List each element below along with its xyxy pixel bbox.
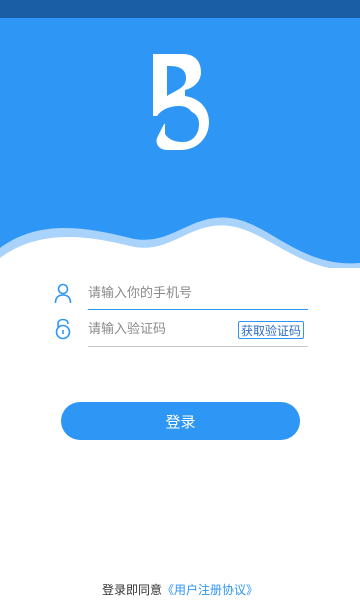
header-banner [0, 18, 360, 268]
code-underline [88, 346, 308, 347]
phone-input[interactable] [88, 278, 306, 308]
agreement-text: 登录即同意《用户注册协议》 [0, 581, 360, 598]
lock-icon [55, 318, 71, 340]
login-button[interactable]: 登录 [61, 402, 300, 440]
user-icon [54, 283, 72, 304]
status-bar [0, 0, 360, 18]
agreement-prefix: 登录即同意 [101, 583, 162, 597]
code-input[interactable] [88, 314, 228, 344]
phone-underline [88, 309, 308, 310]
code-field-row: 获取验证码 [50, 314, 308, 347]
phone-field-row [50, 278, 308, 310]
get-code-button[interactable]: 获取验证码 [237, 321, 304, 339]
agreement-link[interactable]: 《用户注册协议》 [162, 583, 258, 597]
header-wave [0, 217, 360, 268]
app-logo [153, 54, 209, 150]
